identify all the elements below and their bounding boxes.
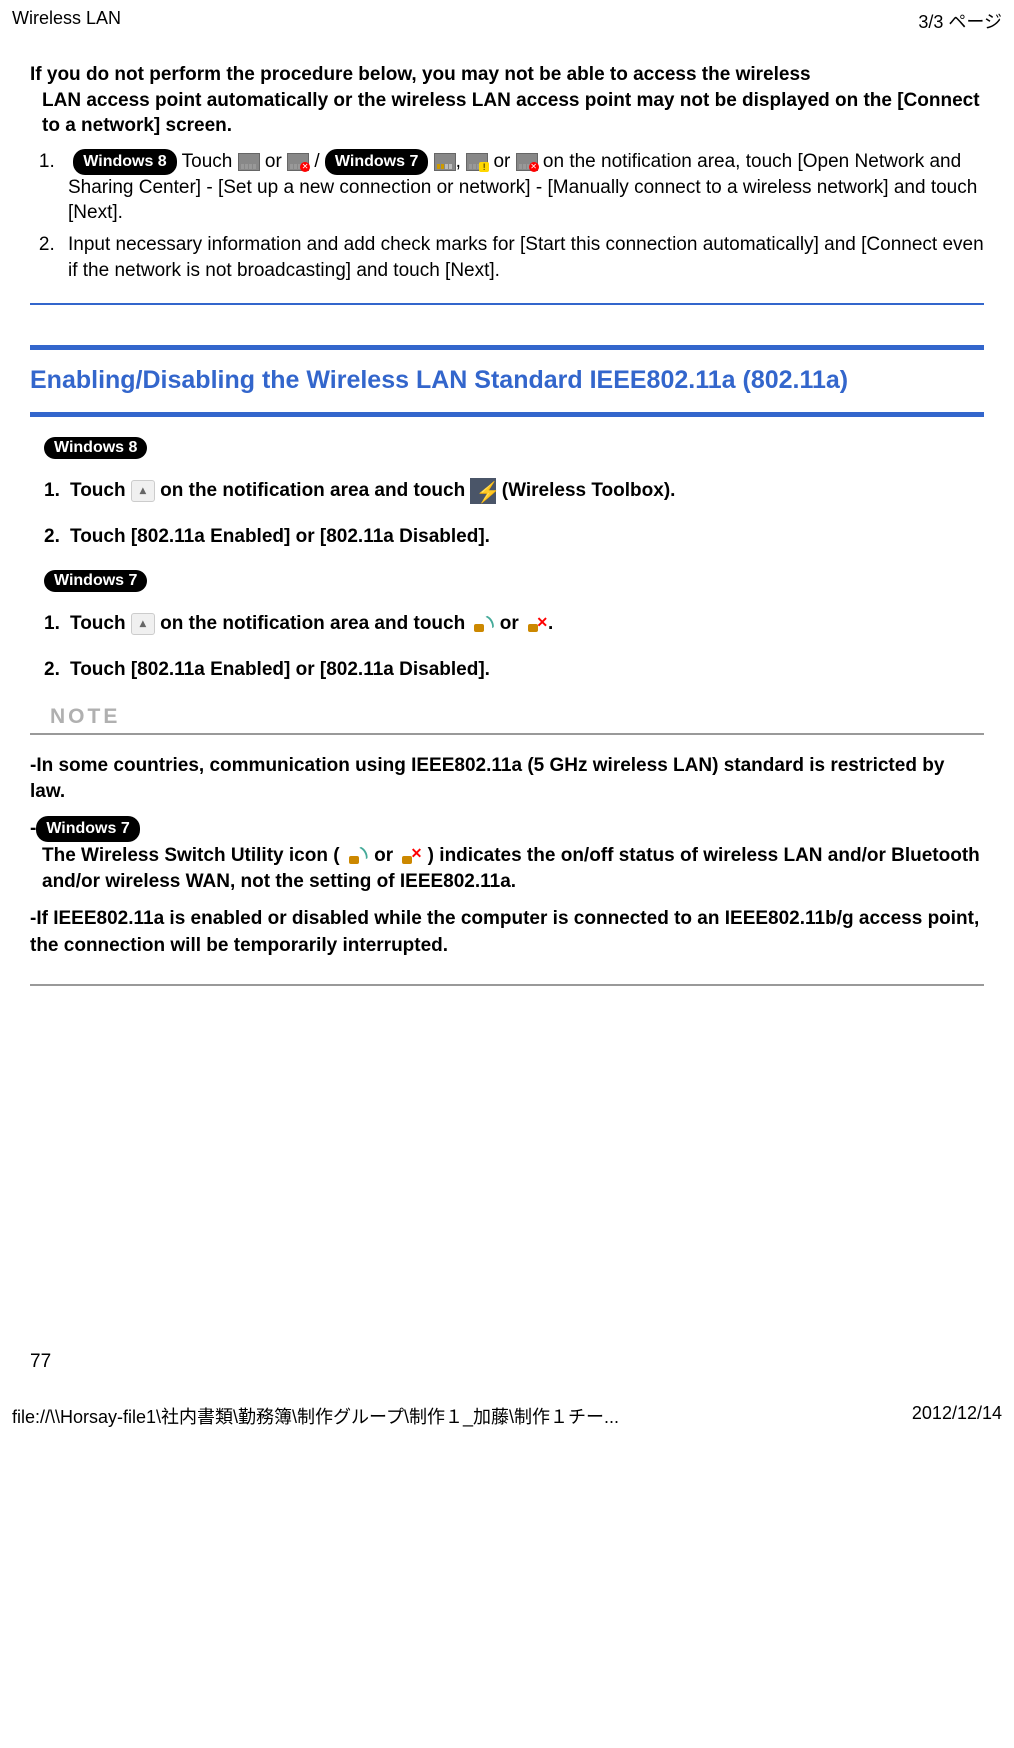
windows7-badge: Windows 7 (36, 816, 139, 842)
note-item-2: - Windows 7 The Wireless Switch Utility … (30, 816, 984, 896)
win8-subsection: Windows 8 (44, 437, 984, 459)
text: Touch [802.11a Enabled] or [802.11a Disa… (70, 526, 490, 547)
step-number: 2. (44, 523, 70, 552)
note3-text: If IEEE802.11a is enabled or disabled wh… (30, 908, 979, 956)
text: or (369, 845, 399, 866)
text: The Wireless Switch Utility icon ( (42, 845, 345, 866)
text: , (456, 151, 467, 172)
text: Touch (177, 151, 238, 172)
win8-step-1: 1.Touch ▴ on the notification area and t… (44, 477, 984, 506)
win7-step-1: 1.Touch ▴ on the notification area and t… (44, 610, 984, 639)
text: or (488, 151, 515, 172)
section-title: Enabling/Disabling the Wireless LAN Stan… (30, 350, 984, 412)
page-number: 77 (30, 1351, 1014, 1373)
windows8-badge: Windows 8 (44, 437, 147, 459)
wireless-off-icon (524, 614, 548, 634)
note-item-3: - If IEEE802.11a is enabled or disabled … (30, 906, 984, 959)
intro-paragraph: If you do not perform the procedure belo… (30, 62, 984, 139)
intro-step-1: Windows 8 Touch or / Windows 7 , or on t… (60, 149, 984, 226)
page-footer: file://\\Horsay-file1\社内書類\勤務簿\制作グループ\制作… (0, 1373, 1014, 1437)
text: (Wireless Toolbox). (496, 480, 675, 501)
win7-subsection: Windows 7 (44, 570, 984, 592)
note1-text: In some countries, communication using I… (30, 755, 944, 803)
page-header: Wireless LAN 3/3 ページ (0, 0, 1014, 42)
intro-steps: Windows 8 Touch or / Windows 7 , or on t… (60, 149, 984, 283)
note-item-1: - In some countries, communication using… (30, 753, 984, 806)
section-divider-bottom (30, 412, 984, 417)
main-content: If you do not perform the procedure belo… (0, 42, 1014, 1031)
note-divider (30, 733, 984, 735)
footer-date: 2012/12/14 (912, 1403, 1002, 1429)
note2-body: The Wireless Switch Utility icon ( or ) … (42, 843, 984, 896)
intro-line2: LAN access point automatically or the wi… (42, 88, 984, 139)
signal-bars-x-icon (287, 153, 309, 171)
windows8-badge: Windows 8 (73, 149, 176, 175)
signal-bars-icon (238, 153, 260, 171)
tray-arrow-icon: ▴ (131, 480, 155, 502)
header-title: Wireless LAN (12, 8, 121, 34)
text: on the (538, 151, 596, 172)
wireless-on-icon (345, 846, 369, 866)
thin-divider (30, 303, 984, 305)
wireless-off-icon (398, 846, 422, 866)
intro-step-2: Input necessary information and add chec… (60, 232, 984, 283)
footer-path: file://\\Horsay-file1\社内書類\勤務簿\制作グループ\制作… (12, 1403, 619, 1429)
text: on the notification area and touch (155, 480, 471, 501)
windows7-badge: Windows 7 (44, 570, 147, 592)
bottom-divider (30, 984, 984, 986)
wireless-on-icon (470, 614, 494, 634)
win7-step-2: 2.Touch [802.11a Enabled] or [802.11a Di… (44, 656, 984, 685)
win8-step-2: 2.Touch [802.11a Enabled] or [802.11a Di… (44, 523, 984, 552)
wireless-toolbox-icon (470, 478, 496, 504)
header-page-indicator: 3/3 ページ (918, 8, 1002, 34)
tray-arrow-icon: ▴ (131, 613, 155, 635)
text: or (260, 151, 287, 172)
step-number: 2. (44, 656, 70, 685)
text: Touch (70, 613, 131, 634)
windows7-badge: Windows 7 (325, 149, 428, 175)
text: / (309, 151, 325, 172)
text: Touch [802.11a Enabled] or [802.11a Disa… (70, 659, 490, 680)
signal-bars-warn-icon (466, 153, 488, 171)
note-label: NOTE (50, 705, 984, 729)
step-number: 1. (44, 477, 70, 506)
text: Touch (70, 480, 131, 501)
step-number: 1. (44, 610, 70, 639)
text: on the notification area and touch (155, 613, 471, 634)
intro-line1: If you do not perform the procedure belo… (30, 64, 811, 85)
text: or (494, 613, 524, 634)
signal-bars-yellow-icon (434, 153, 456, 171)
signal-bars-x-icon (516, 153, 538, 171)
text: . (548, 613, 553, 634)
